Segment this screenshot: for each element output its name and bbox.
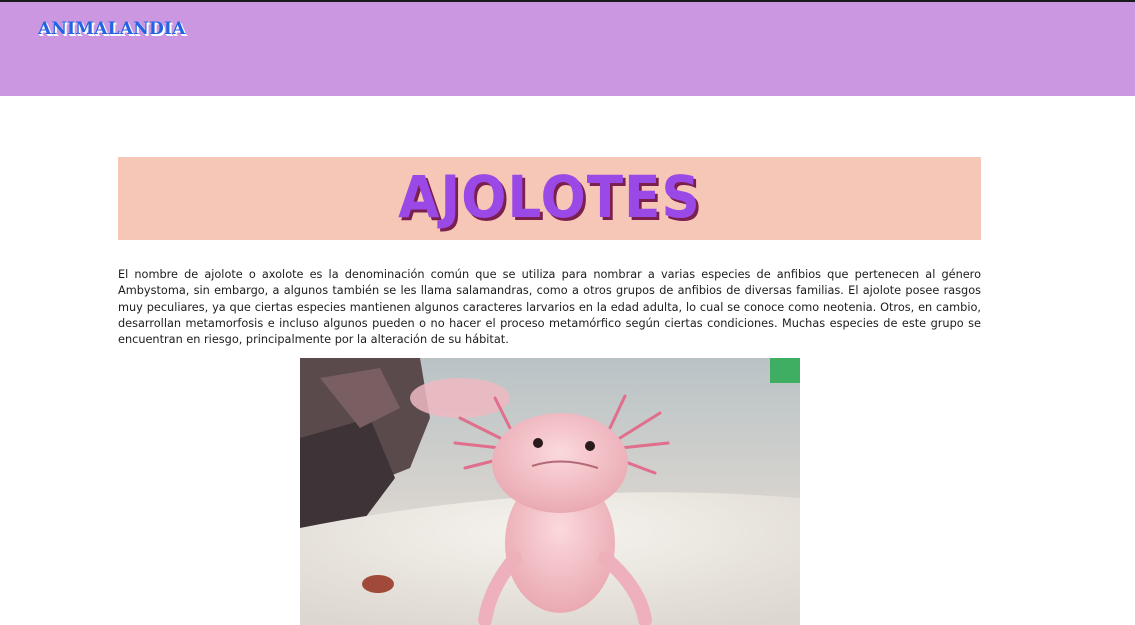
article-paragraph: El nombre de ajolote o axolote es la den…: [118, 268, 981, 347]
site-header: ANIMALANDIA: [0, 2, 1135, 96]
page-title: AJOLOTES: [398, 162, 701, 231]
site-logo-link[interactable]: ANIMALANDIA: [38, 19, 185, 39]
title-banner: AJOLOTES: [118, 157, 981, 240]
axolotl-photo: [300, 358, 800, 625]
